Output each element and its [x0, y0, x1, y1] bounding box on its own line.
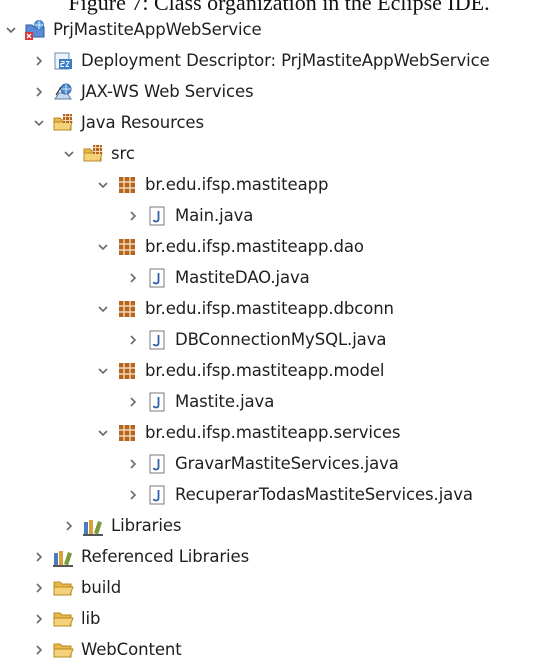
- chevron-down-icon[interactable]: [96, 302, 110, 316]
- folder-icon: [52, 639, 74, 661]
- tree-item-deployment-descriptor[interactable]: Deployment Descriptor: PrjMastiteAppWebS…: [0, 45, 558, 76]
- java-file-icon: [146, 453, 168, 475]
- chevron-down-icon[interactable]: [96, 426, 110, 440]
- folder-icon: [52, 577, 74, 599]
- web-services-icon: [52, 81, 74, 103]
- tree-item-java-file[interactable]: RecuperarTodasMastiteServices.java: [0, 479, 558, 510]
- tree-item-package[interactable]: br.edu.ifsp.mastiteapp.model: [0, 355, 558, 386]
- chevron-right-icon[interactable]: [126, 395, 140, 409]
- figure-caption: Figure 7: Class organization in the Ecli…: [68, 0, 490, 15]
- tree-item-java-file[interactable]: MastiteDAO.java: [0, 262, 558, 293]
- tree-item-package[interactable]: br.edu.ifsp.mastiteapp.dbconn: [0, 293, 558, 324]
- deployment-descriptor-icon: [52, 50, 74, 72]
- tree-item-label: br.edu.ifsp.mastiteapp.dao: [145, 237, 364, 256]
- tree-item-jaxws[interactable]: JAX-WS Web Services: [0, 76, 558, 107]
- tree-item-label: Deployment Descriptor: PrjMastiteAppWebS…: [81, 51, 490, 70]
- tree-item-java-file[interactable]: Mastite.java: [0, 386, 558, 417]
- tree-item-label: PrjMastiteAppWebService: [53, 20, 262, 39]
- tree-item-libraries[interactable]: Libraries: [0, 510, 558, 541]
- chevron-right-icon[interactable]: [126, 457, 140, 471]
- tree-item-label: Mastite.java: [175, 392, 275, 411]
- tree-item-label: Libraries: [111, 516, 182, 535]
- web-project-icon: [24, 19, 46, 41]
- tree-item-build[interactable]: build: [0, 572, 558, 603]
- tree-item-label: MastiteDAO.java: [175, 268, 310, 287]
- tree-item-label: Java Resources: [81, 113, 204, 132]
- java-file-icon: [146, 329, 168, 351]
- tree-item-java-file[interactable]: Main.java: [0, 200, 558, 231]
- tree-item-package[interactable]: br.edu.ifsp.mastiteapp.dao: [0, 231, 558, 262]
- tree-item-project[interactable]: PrjMastiteAppWebService: [0, 14, 558, 45]
- tree-item-lib[interactable]: lib: [0, 603, 558, 634]
- tree-item-label: br.edu.ifsp.mastiteapp.model: [145, 361, 385, 380]
- package-icon: [116, 360, 138, 382]
- chevron-right-icon[interactable]: [126, 209, 140, 223]
- tree-item-package[interactable]: br.edu.ifsp.mastiteapp.services: [0, 417, 558, 448]
- tree-item-label: br.edu.ifsp.mastiteapp.dbconn: [145, 299, 394, 318]
- chevron-right-icon[interactable]: [126, 333, 140, 347]
- tree-item-label: Referenced Libraries: [81, 547, 250, 566]
- tree-item-java-file[interactable]: GravarMastiteServices.java: [0, 448, 558, 479]
- chevron-right-icon[interactable]: [32, 85, 46, 99]
- package-icon: [116, 236, 138, 258]
- tree-item-java-resources[interactable]: Java Resources: [0, 107, 558, 138]
- chevron-right-icon[interactable]: [32, 550, 46, 564]
- chevron-right-icon[interactable]: [32, 612, 46, 626]
- tree-item-label: DBConnectionMySQL.java: [175, 330, 387, 349]
- tree-item-java-file[interactable]: DBConnectionMySQL.java: [0, 324, 558, 355]
- chevron-down-icon[interactable]: [4, 23, 18, 37]
- tree-item-label: RecuperarTodasMastiteServices.java: [175, 485, 473, 504]
- source-folder-icon: [82, 143, 104, 165]
- chevron-down-icon[interactable]: [96, 240, 110, 254]
- tree-item-label: lib: [81, 609, 101, 628]
- tree-item-label: br.edu.ifsp.mastiteapp: [145, 175, 329, 194]
- tree-item-referenced-libraries[interactable]: Referenced Libraries: [0, 541, 558, 572]
- package-icon: [116, 174, 138, 196]
- chevron-right-icon[interactable]: [32, 643, 46, 657]
- chevron-down-icon[interactable]: [32, 116, 46, 130]
- page: Figure 7: Class organization in the Ecli…: [0, 0, 558, 670]
- tree-item-label: br.edu.ifsp.mastiteapp.services: [145, 423, 401, 442]
- java-file-icon: [146, 267, 168, 289]
- library-icon: [52, 546, 74, 568]
- chevron-right-icon[interactable]: [32, 581, 46, 595]
- tree-item-src[interactable]: src: [0, 138, 558, 169]
- tree-item-label: JAX-WS Web Services: [81, 82, 254, 101]
- tree-item-label: Main.java: [175, 206, 254, 225]
- java-file-icon: [146, 391, 168, 413]
- tree-item-label: GravarMastiteServices.java: [175, 454, 399, 473]
- chevron-down-icon[interactable]: [62, 147, 76, 161]
- tree-item-label: WebContent: [81, 640, 182, 659]
- java-file-icon: [146, 205, 168, 227]
- chevron-right-icon[interactable]: [126, 488, 140, 502]
- chevron-down-icon[interactable]: [96, 364, 110, 378]
- chevron-right-icon[interactable]: [126, 271, 140, 285]
- library-icon: [82, 515, 104, 537]
- chevron-right-icon[interactable]: [32, 54, 46, 68]
- chevron-right-icon[interactable]: [62, 519, 76, 533]
- package-icon: [116, 422, 138, 444]
- folder-icon: [52, 608, 74, 630]
- source-folder-icon: [52, 112, 74, 134]
- tree-item-label: build: [81, 578, 122, 597]
- tree-item-webcontent[interactable]: WebContent: [0, 634, 558, 665]
- project-explorer-tree: PrjMastiteAppWebService Deployment Descr…: [0, 14, 558, 665]
- java-file-icon: [146, 484, 168, 506]
- chevron-down-icon[interactable]: [96, 178, 110, 192]
- tree-item-label: src: [111, 144, 135, 163]
- package-icon: [116, 298, 138, 320]
- tree-item-package[interactable]: br.edu.ifsp.mastiteapp: [0, 169, 558, 200]
